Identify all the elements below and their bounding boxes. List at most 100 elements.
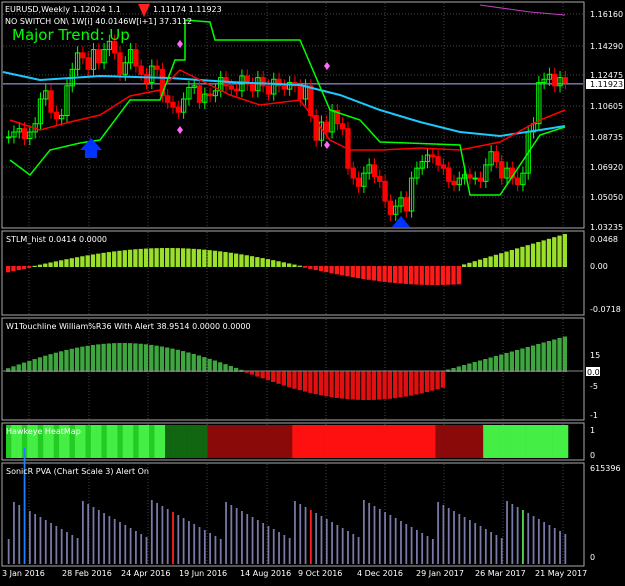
volume-bar	[352, 534, 355, 564]
price-tick: 1.08735	[590, 133, 623, 142]
diamond-marker-icon	[177, 126, 183, 134]
stlm-bar	[43, 263, 48, 267]
volume-bar	[81, 501, 84, 564]
volume-bar	[373, 506, 376, 564]
stlm-bar	[27, 266, 32, 268]
stlm-bar	[6, 266, 11, 273]
stlm-bar	[53, 261, 59, 267]
heatmap-cell	[467, 425, 473, 458]
volume-bar	[50, 523, 52, 564]
williams-bar	[48, 354, 53, 372]
price-tick: 1.12475	[590, 71, 623, 80]
heatmap-cell	[408, 425, 415, 458]
stlm-bar	[196, 249, 202, 267]
candle-body	[281, 85, 288, 90]
stlm-bar	[122, 250, 127, 267]
stlm-bar	[477, 259, 483, 267]
chart-canvas[interactable]: EURUSD,Weekly 1.12024 1.1 1.11174 1.1192…	[0, 0, 625, 582]
williams-bar	[265, 371, 271, 381]
volume-bar	[7, 539, 10, 564]
volume-bar	[543, 522, 546, 564]
stlm-bar	[446, 266, 451, 285]
heatmap-cell	[387, 425, 394, 458]
heatmap-cell	[154, 425, 161, 458]
volume-bar	[209, 533, 212, 564]
heatmap-cell	[424, 425, 431, 458]
mt4-chart-window[interactable]: EURUSD,Weekly 1.12024 1.1 1.11174 1.1192…	[0, 0, 625, 582]
williams-bar	[552, 339, 557, 372]
volume-bar	[71, 535, 74, 564]
williams-bar	[408, 371, 414, 396]
candle-body	[514, 177, 521, 186]
williams-bar	[371, 371, 377, 400]
volume-bar	[537, 519, 540, 564]
volume-bar	[166, 509, 169, 564]
stlm-bar	[552, 237, 557, 267]
stlm-bar	[488, 256, 493, 267]
volume-bar	[559, 531, 561, 564]
volume-bar	[400, 521, 402, 564]
heatmap-cell	[101, 425, 108, 458]
date-tick: 28 Feb 2016	[62, 569, 112, 578]
volume-bar	[267, 526, 270, 564]
volume-bar	[203, 530, 206, 564]
heatmap-cell	[106, 425, 113, 458]
williams-bar	[355, 371, 361, 400]
williams-histogram	[3, 336, 583, 400]
candle-body	[154, 65, 160, 70]
volume-bar	[119, 522, 121, 564]
stlm-bar	[101, 252, 106, 267]
sonicr-tick: 615396	[590, 464, 621, 473]
stlm-bar	[21, 266, 27, 270]
volume-bar	[368, 503, 371, 564]
volume-bar	[394, 518, 397, 564]
stlm-bar	[207, 250, 212, 267]
candle-body	[467, 174, 473, 179]
sonicr-volume	[7, 448, 567, 564]
heatmap-cell	[265, 425, 272, 458]
heatmap-cell	[276, 425, 282, 458]
stlm-bar	[117, 250, 122, 267]
heatmap-cell	[143, 425, 150, 458]
volume-bar	[315, 513, 318, 564]
williams-bar	[143, 344, 149, 372]
stlm-bar	[419, 266, 424, 285]
volume-bar	[426, 536, 429, 564]
williams-bar	[27, 360, 32, 372]
candle-body	[170, 101, 176, 108]
stlm-bar	[302, 266, 308, 268]
stlm-bar	[408, 266, 414, 285]
heatmap-cell	[255, 425, 261, 458]
heatmap-cell	[186, 425, 192, 458]
stlm-bar	[297, 265, 302, 267]
candle-body	[382, 180, 388, 202]
volume-bar	[325, 519, 328, 564]
williams-bar	[324, 371, 329, 397]
heatmap-cell	[228, 425, 235, 458]
volume-bar	[447, 508, 450, 564]
stlm-bar	[467, 262, 472, 267]
williams-bar	[302, 371, 308, 392]
buy-arrow-icon	[392, 216, 410, 227]
stlm-bar	[499, 253, 504, 267]
williams-bar	[350, 371, 355, 400]
williams-bar	[509, 351, 514, 372]
hawkeye-tick: 0	[590, 451, 595, 460]
candle-body	[403, 197, 409, 212]
williams-bar	[165, 347, 170, 372]
candle-body	[207, 93, 213, 97]
heatmap-cell	[260, 425, 267, 458]
volume-bar	[309, 510, 312, 564]
heatmap-cell	[117, 425, 123, 458]
heatmap-cell	[393, 425, 399, 458]
williams-bar	[329, 371, 334, 398]
volume-bar	[113, 519, 116, 564]
candle-body	[96, 49, 102, 64]
williams-bar	[546, 341, 552, 372]
williams-bar	[90, 344, 96, 372]
candle-body	[228, 85, 234, 90]
volume-bar	[28, 511, 31, 564]
volume-bar	[108, 516, 111, 564]
heatmap-cell	[85, 425, 92, 458]
williams-tick: -5	[590, 382, 598, 391]
